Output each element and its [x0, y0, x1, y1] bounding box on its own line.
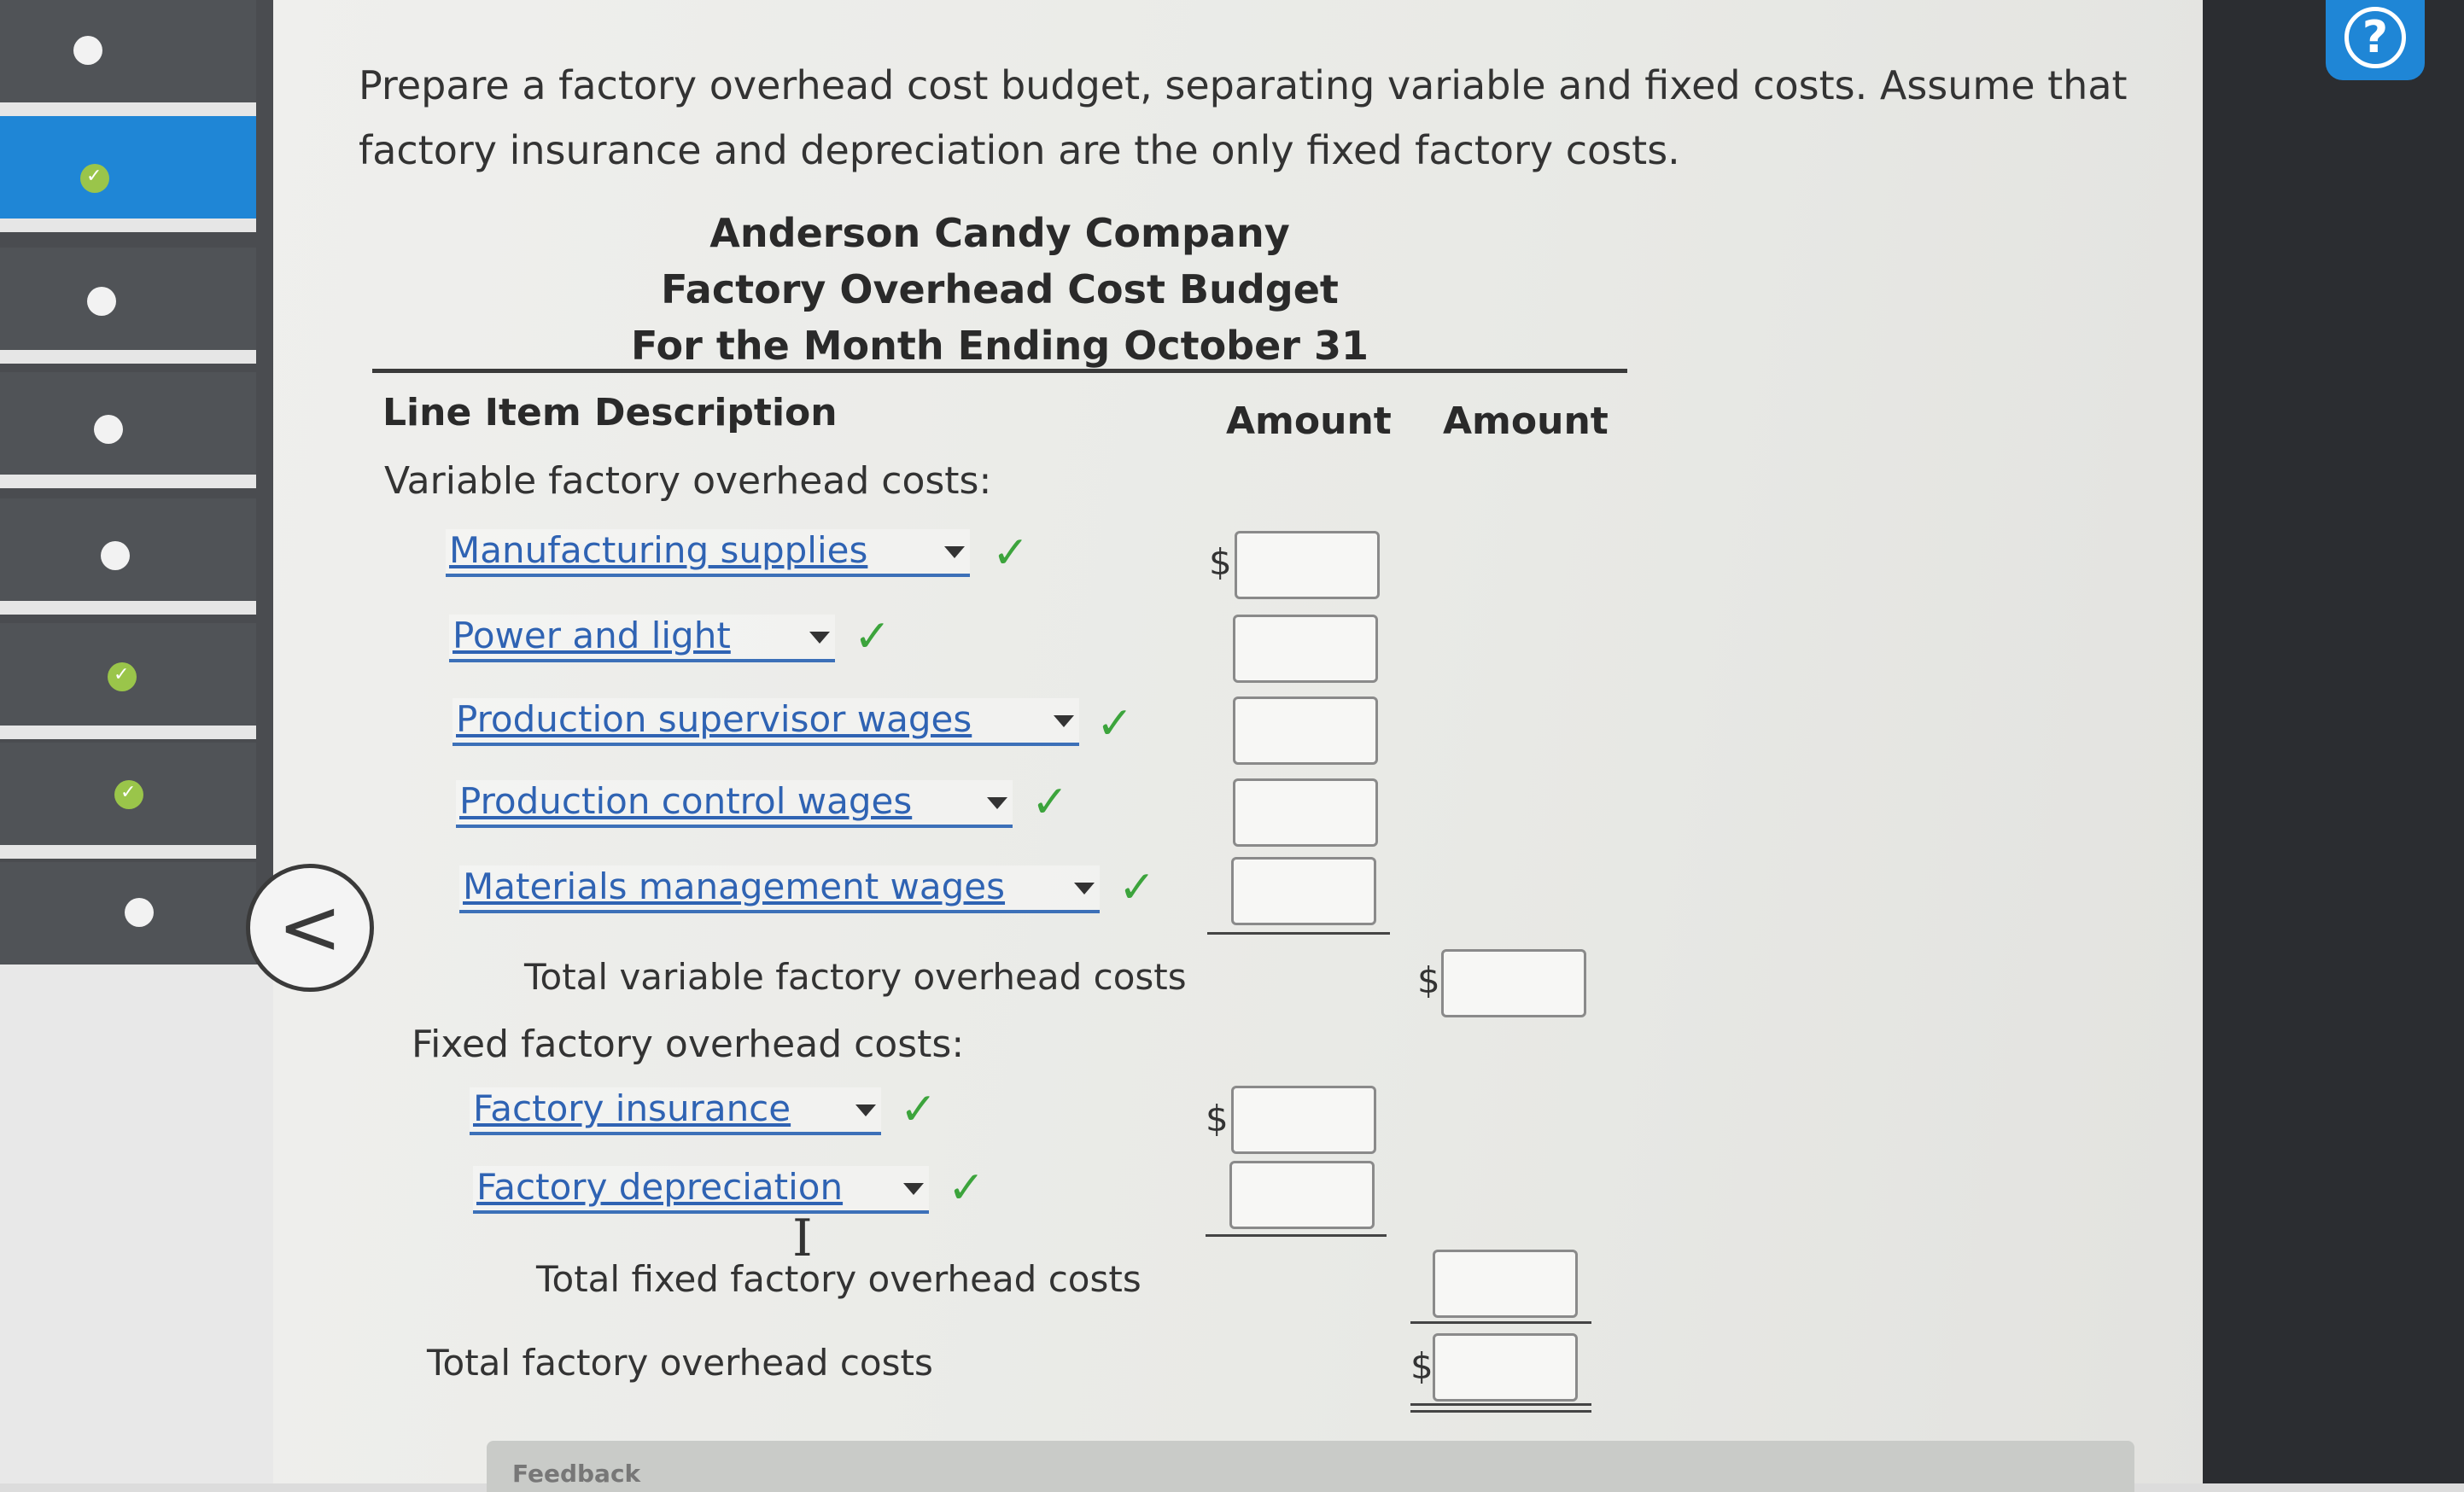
progress-step-5[interactable]	[0, 498, 256, 615]
double-rule-top	[1410, 1403, 1591, 1406]
amount-input-materials-management-wages[interactable]	[1231, 857, 1376, 925]
line-item-select-materials-management-wages[interactable]: Materials management wages	[459, 865, 1100, 913]
feedback-label: Feedback	[512, 1460, 641, 1488]
progress-step-7[interactable]	[0, 743, 256, 859]
chevron-down-icon	[809, 632, 830, 644]
total-variable-label: Total variable factory overhead costs	[524, 956, 1187, 998]
amount-input-factory-insurance[interactable]	[1231, 1086, 1376, 1154]
step-dot-icon	[94, 415, 123, 444]
subtotal-rule	[1206, 1234, 1387, 1237]
correct-check-icon: ✓	[900, 1084, 937, 1135]
chevron-down-icon	[987, 797, 1007, 809]
question-instructions: Prepare a factory overhead cost budget, …	[359, 62, 2128, 173]
total-fixed-label: Total fixed factory overhead costs	[536, 1258, 1141, 1300]
select-value: Production control wages	[459, 780, 913, 822]
budget-period: For the Month Ending October 31	[630, 323, 1369, 369]
help-button[interactable]: ?	[2326, 0, 2425, 80]
screen-bezel-right	[2203, 0, 2464, 1483]
amount-input-power-and-light[interactable]	[1233, 615, 1378, 683]
budget-title: Factory Overhead Cost Budget	[661, 266, 1339, 312]
chevron-down-icon	[944, 546, 965, 558]
chevron-down-icon	[1054, 715, 1074, 727]
line-item-select-production-supervisor-wages[interactable]: Production supervisor wages	[453, 698, 1079, 746]
feedback-panel[interactable]: Feedback	[487, 1441, 2134, 1492]
correct-check-icon: ✓	[1096, 698, 1134, 749]
select-value: Factory insurance	[473, 1087, 791, 1129]
progress-step-1[interactable]	[0, 0, 256, 116]
grand-total-input[interactable]	[1433, 1333, 1578, 1402]
correct-check-icon: ✓	[1118, 862, 1156, 913]
subtotal-rule	[1410, 1321, 1591, 1324]
column-header-line-item: Line Item Description	[382, 391, 838, 434]
select-value: Materials management wages	[463, 865, 1006, 907]
help-icon: ?	[2344, 7, 2406, 68]
column-header-amount-2: Amount	[1443, 399, 1609, 443]
chevron-down-icon	[855, 1104, 876, 1116]
step-dot-icon	[101, 541, 130, 570]
amount-input-production-supervisor-wages[interactable]	[1233, 696, 1378, 765]
progress-step-2-current[interactable]	[0, 116, 256, 232]
currency-symbol: $	[1209, 541, 1232, 583]
header-rule	[372, 369, 1627, 373]
collapse-rail-button[interactable]: <	[246, 864, 374, 992]
progress-step-4[interactable]	[0, 372, 256, 488]
subtotal-rule	[1207, 932, 1390, 935]
rail-background	[0, 965, 282, 1483]
step-dot-icon	[87, 287, 116, 316]
line-item-select-production-control-wages[interactable]: Production control wages	[456, 780, 1013, 828]
step-complete-icon	[114, 780, 143, 809]
step-complete-icon	[108, 662, 137, 691]
progress-step-6[interactable]	[0, 623, 256, 739]
step-complete-icon	[80, 164, 109, 193]
fixed-costs-heading: Fixed factory overhead costs:	[412, 1023, 965, 1066]
chevron-down-icon	[903, 1183, 924, 1195]
correct-check-icon: ✓	[948, 1163, 985, 1214]
line-item-select-manufacturing-supplies[interactable]: Manufacturing supplies	[446, 529, 970, 577]
column-header-amount-1: Amount	[1226, 399, 1392, 443]
grand-total-label: Total factory overhead costs	[427, 1342, 933, 1384]
progress-step-8[interactable]	[0, 862, 256, 978]
correct-check-icon: ✓	[854, 611, 891, 662]
progress-step-3[interactable]	[0, 248, 256, 364]
chevron-left-icon: <	[277, 883, 342, 972]
currency-symbol: $	[1206, 1098, 1229, 1139]
chevron-down-icon	[1074, 883, 1095, 895]
amount-input-production-control-wages[interactable]	[1233, 778, 1378, 847]
correct-check-icon: ✓	[992, 527, 1030, 579]
double-rule-bottom	[1410, 1410, 1591, 1413]
total-fixed-input[interactable]	[1433, 1250, 1578, 1318]
step-dot-icon	[73, 36, 102, 65]
line-item-select-power-and-light[interactable]: Power and light	[449, 615, 835, 662]
total-variable-input[interactable]	[1441, 949, 1586, 1017]
line-item-select-factory-depreciation[interactable]: Factory depreciation	[473, 1166, 929, 1214]
correct-check-icon: ✓	[1031, 777, 1069, 828]
amount-input-factory-depreciation[interactable]	[1229, 1161, 1375, 1229]
line-item-select-factory-insurance[interactable]: Factory insurance	[470, 1087, 881, 1135]
currency-symbol: $	[1410, 1345, 1433, 1387]
currency-symbol: $	[1417, 959, 1440, 1001]
budget-company-name: Anderson Candy Company	[709, 210, 1290, 256]
select-value: Factory depreciation	[476, 1166, 844, 1208]
select-value: Production supervisor wages	[456, 698, 972, 740]
question-progress-rail	[0, 0, 282, 978]
step-dot-icon	[125, 898, 154, 927]
variable-costs-heading: Variable factory overhead costs:	[384, 459, 992, 503]
select-value: Manufacturing supplies	[449, 529, 868, 571]
amount-input-manufacturing-supplies[interactable]	[1235, 531, 1380, 599]
select-value: Power and light	[453, 615, 731, 656]
